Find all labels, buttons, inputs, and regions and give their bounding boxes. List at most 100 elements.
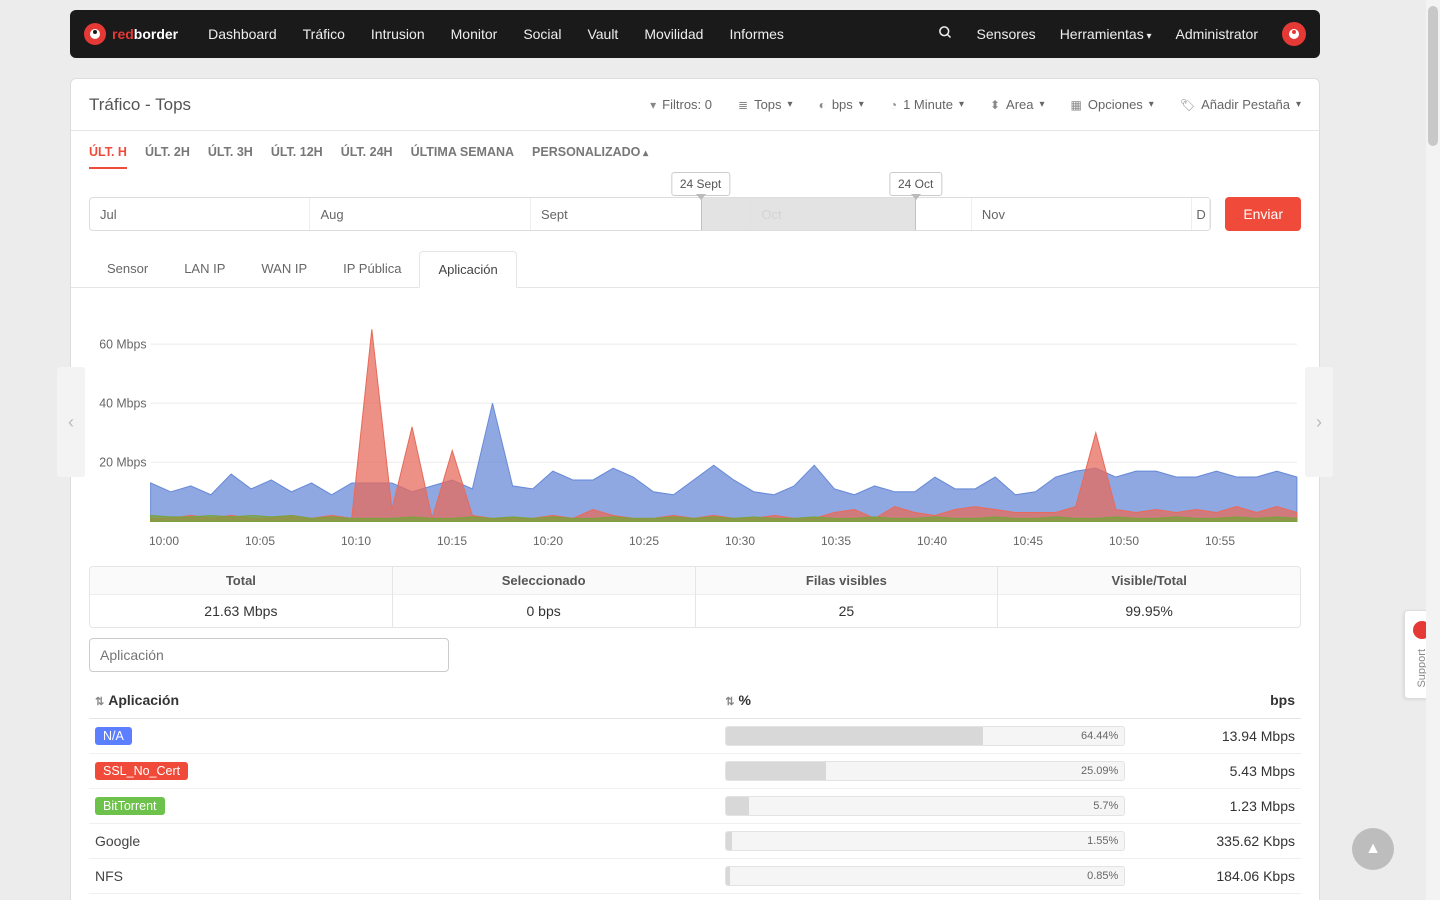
- date-track[interactable]: Jul Aug Sept Oct Nov D 24 Sept 24 Oct: [89, 197, 1211, 231]
- nav-social[interactable]: Social: [523, 26, 561, 42]
- tag-icon: 🏷: [1180, 98, 1195, 112]
- stat-visible-total: Visible/Total 99.95%: [998, 567, 1300, 627]
- x-tick: 10:00: [149, 534, 245, 548]
- chart-next-button[interactable]: ›: [1305, 367, 1333, 477]
- nav-links: Dashboard Tráfico Intrusion Monitor Soci…: [208, 26, 784, 42]
- range-ult-12h[interactable]: ÚLT. 12H: [271, 145, 323, 169]
- bps-value: 1.23 Mbps: [1131, 789, 1301, 824]
- month-jul: Jul: [90, 198, 310, 230]
- range-ult-3h[interactable]: ÚLT. 3H: [208, 145, 253, 169]
- nav-monitor[interactable]: Monitor: [451, 26, 498, 42]
- chart-x-axis: 10:0010:0510:1010:1510:2010:2510:3010:35…: [89, 528, 1301, 548]
- nav-movilidad[interactable]: Movilidad: [644, 26, 703, 42]
- table-row[interactable]: BitTorrent 5.7% 1.23 Mbps: [89, 789, 1301, 824]
- date-handle-right-label[interactable]: 24 Oct: [889, 172, 942, 196]
- filter-count[interactable]: ▾Filtros: 0: [650, 97, 712, 112]
- svg-text:20 Mbps: 20 Mbps: [99, 454, 146, 470]
- filter-input[interactable]: [89, 638, 449, 672]
- col-aplicacion[interactable]: ⇅Aplicación: [89, 682, 719, 719]
- time-range-tabs: ÚLT. H ÚLT. 2H ÚLT. 3H ÚLT. 12H ÚLT. 24H…: [71, 131, 1319, 169]
- x-tick: 10:50: [1109, 534, 1205, 548]
- nav-trafico[interactable]: Tráfico: [303, 26, 345, 42]
- table-row[interactable]: N/A 64.44% 13.94 Mbps: [89, 719, 1301, 754]
- view-tops-dropdown[interactable]: ≣Tops: [738, 97, 793, 112]
- page-scrollbar[interactable]: [1426, 0, 1440, 900]
- nav-intrusion[interactable]: Intrusion: [371, 26, 425, 42]
- nav-dashboard[interactable]: Dashboard: [208, 26, 277, 42]
- chart-type-dropdown[interactable]: ⬍Area: [990, 97, 1045, 112]
- filter-icon: ▾: [650, 98, 656, 112]
- date-range-row: Jul Aug Sept Oct Nov D 24 Sept 24 Oct En…: [71, 169, 1319, 241]
- date-handle-left[interactable]: [696, 194, 706, 200]
- pct-value: 25.09%: [1081, 765, 1118, 777]
- pct-bar: 1.55%: [725, 831, 1125, 851]
- x-tick: 10:45: [1013, 534, 1109, 548]
- x-tick: 10:30: [725, 534, 821, 548]
- app-badge[interactable]: N/A: [95, 727, 132, 745]
- tab-aplicacion[interactable]: Aplicación: [419, 251, 516, 288]
- pct-value: 64.44%: [1081, 730, 1118, 742]
- sort-icon: ⇅: [725, 696, 734, 708]
- nav-administrator[interactable]: Administrator: [1176, 26, 1258, 42]
- pct-value: 5.7%: [1093, 800, 1118, 812]
- x-tick: 10:40: [917, 534, 1013, 548]
- grid-icon: ▦: [1071, 98, 1082, 112]
- app-label[interactable]: NFS: [95, 868, 123, 884]
- chart-prev-button[interactable]: ‹: [57, 367, 85, 477]
- nav-herramientas[interactable]: Herramientas: [1060, 26, 1152, 42]
- app-badge[interactable]: BitTorrent: [95, 797, 165, 815]
- month-aug: Aug: [310, 198, 530, 230]
- interval-dropdown[interactable]: ◔1 Minute: [890, 97, 964, 112]
- bps-value: 335.62 Kbps: [1131, 824, 1301, 859]
- nav-informes[interactable]: Informes: [729, 26, 783, 42]
- tab-wan-ip[interactable]: WAN IP: [243, 251, 325, 287]
- submit-button[interactable]: Enviar: [1225, 197, 1301, 231]
- search-icon[interactable]: [938, 25, 953, 43]
- add-tab-dropdown[interactable]: 🏷Añadir Pestaña: [1180, 97, 1301, 112]
- user-avatar-icon[interactable]: [1282, 22, 1306, 46]
- range-ult-24h[interactable]: ÚLT. 24H: [341, 145, 393, 169]
- pct-bar: 64.44%: [725, 726, 1125, 746]
- month-oct: Oct: [751, 198, 971, 230]
- nav-sensores[interactable]: Sensores: [977, 26, 1036, 42]
- bps-value: 5.43 Mbps: [1131, 754, 1301, 789]
- logo-icon: [84, 23, 106, 45]
- list-icon: ≣: [738, 98, 748, 112]
- tab-lan-ip[interactable]: LAN IP: [166, 251, 243, 287]
- tab-ip-publica[interactable]: IP Pública: [325, 251, 419, 287]
- stat-total: Total 21.63 Mbps: [90, 567, 393, 627]
- area-chart: 60 Mbps40 Mbps20 Mbps: [89, 308, 1301, 528]
- app-label[interactable]: Google: [95, 833, 140, 849]
- scroll-to-top-button[interactable]: ▲: [1352, 828, 1394, 870]
- col-pct[interactable]: ⇅%: [719, 682, 1131, 719]
- bps-value: 13.94 Mbps: [1131, 719, 1301, 754]
- date-handle-left-label[interactable]: 24 Sept: [671, 172, 730, 196]
- pct-bar: 5.7%: [725, 796, 1125, 816]
- app-badge[interactable]: SSL_No_Cert: [95, 762, 188, 780]
- svg-text:60 Mbps: 60 Mbps: [99, 336, 146, 352]
- x-tick: 10:25: [629, 534, 725, 548]
- stats-strip: Total 21.63 Mbps Seleccionado 0 bps Fila…: [89, 566, 1301, 628]
- date-handle-right[interactable]: [911, 194, 921, 200]
- main-panel: Tráfico - Tops ▾Filtros: 0 ≣Tops ◐bps ◔1…: [70, 78, 1320, 900]
- unit-bps-dropdown[interactable]: ◐bps: [819, 97, 864, 112]
- bps-value: 184.06 Kbps: [1131, 859, 1301, 894]
- month-d: D: [1192, 198, 1210, 230]
- panel-header: Tráfico - Tops ▾Filtros: 0 ≣Tops ◐bps ◔1…: [71, 79, 1319, 131]
- range-ult-h[interactable]: ÚLT. H: [89, 145, 127, 169]
- logo-text-white: border: [134, 26, 178, 42]
- range-ultima-semana[interactable]: ÚLTIMA SEMANA: [411, 145, 514, 169]
- range-personalizado[interactable]: PERSONALIZADO: [532, 145, 648, 169]
- nav-vault[interactable]: Vault: [587, 26, 618, 42]
- col-bps[interactable]: bps: [1131, 682, 1301, 719]
- dimension-tabs: Sensor LAN IP WAN IP IP Pública Aplicaci…: [71, 251, 1319, 288]
- brand-logo[interactable]: redborder: [84, 23, 178, 45]
- x-tick: 10:05: [245, 534, 341, 548]
- table-row[interactable]: Google 1.55% 335.62 Kbps: [89, 824, 1301, 859]
- range-ult-2h[interactable]: ÚLT. 2H: [145, 145, 190, 169]
- table-row[interactable]: SSL_No_Cert 25.09% 5.43 Mbps: [89, 754, 1301, 789]
- tab-sensor[interactable]: Sensor: [89, 251, 166, 287]
- stat-seleccionado: Seleccionado 0 bps: [393, 567, 696, 627]
- options-dropdown[interactable]: ▦Opciones: [1071, 97, 1154, 112]
- table-row[interactable]: NFS0.85%184.06 Kbps: [89, 859, 1301, 894]
